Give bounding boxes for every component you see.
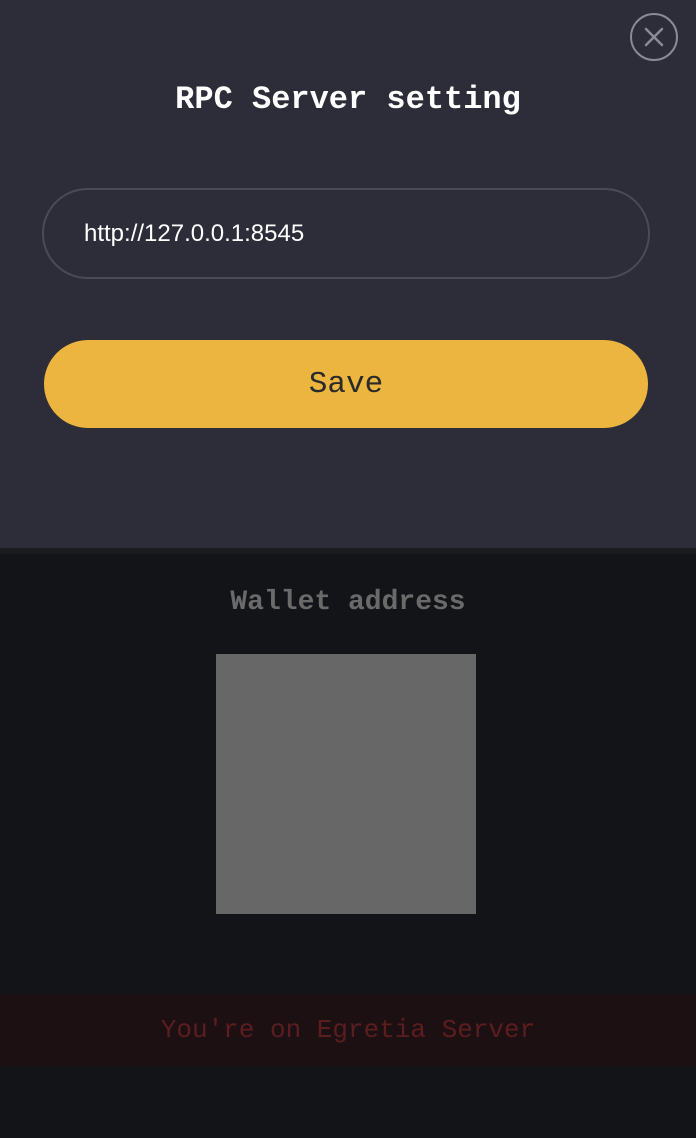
server-banner-text: You're on Egretia Server [160,1015,536,1045]
save-button[interactable]: Save [44,340,648,428]
close-icon [643,26,665,48]
rpc-settings-modal: RPC Server setting Save [0,0,696,548]
close-button[interactable] [630,13,678,61]
modal-divider [0,548,696,554]
server-banner: You're on Egretia Server [0,994,696,1066]
page: Wallet address You're on Egretia Server … [0,0,696,1138]
modal-title: RPC Server setting [175,81,521,118]
rpc-url-input[interactable] [42,188,650,279]
wallet-address-title: Wallet address [230,587,466,618]
qr-code-placeholder [216,654,476,914]
